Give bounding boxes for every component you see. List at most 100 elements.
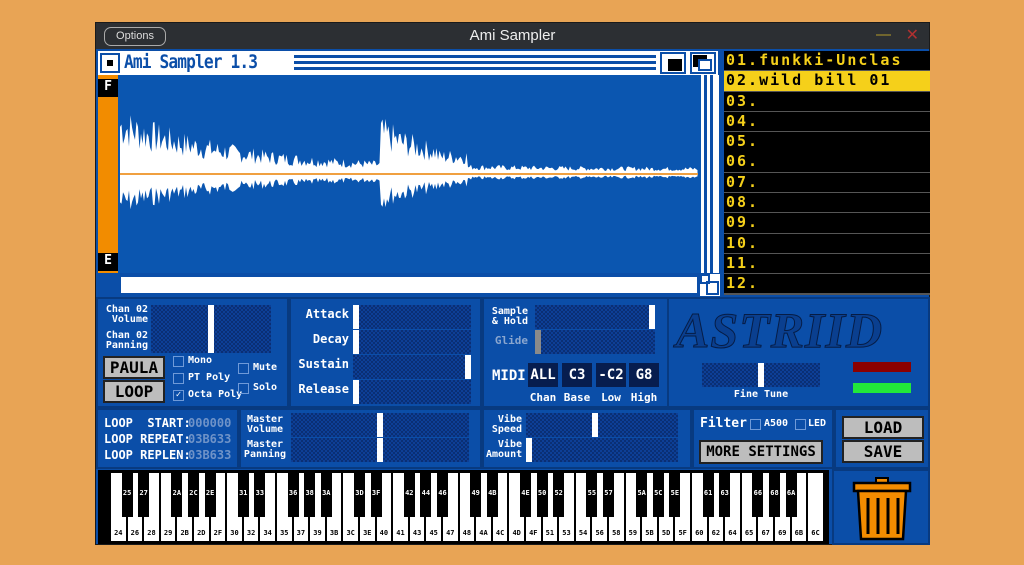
option-checkbox[interactable] [173,373,184,384]
black-key[interactable]: 3F [370,473,382,517]
option-checkbox[interactable]: ✓ [173,390,184,401]
black-key[interactable]: 2A [171,473,183,517]
paula-button[interactable]: PAULA [103,356,165,379]
slider-knob[interactable] [591,413,598,437]
a500-checkbox[interactable] [750,419,761,430]
slider-knob[interactable] [353,380,359,404]
option-checkbox[interactable] [238,383,249,394]
midi-low-field[interactable]: -C2 [596,363,626,387]
black-key[interactable]: 44 [420,473,432,517]
midi-base-field[interactable]: C3 [562,363,592,387]
decay-slider[interactable] [353,330,471,354]
load-button[interactable]: LOAD [842,416,924,439]
slider-knob[interactable] [353,305,359,329]
piano-keyboard[interactable]: 24 26 28 29 2B 2D 2F 30 32 34 35 37 39 3B 3C 3E 40 41 43 45… [98,470,829,544]
black-key[interactable]: 33 [254,473,266,517]
release-slider[interactable] [353,380,471,404]
vibe-speed-slider[interactable] [526,413,678,437]
master-panning-slider[interactable] [291,438,469,462]
black-key[interactable]: 3A [320,473,332,517]
close-button[interactable]: ✕ [906,25,919,45]
midi-high-field[interactable]: G8 [629,363,659,387]
sample-slot[interactable]: 06. [724,152,930,172]
depth-back-icon[interactable] [660,52,686,74]
system-menu-icon[interactable] [100,53,120,73]
sample-slot[interactable]: 08. [724,192,930,213]
horizontal-scrollbar[interactable] [118,274,700,296]
trash-icon[interactable] [850,474,914,542]
black-key[interactable]: 4B [486,473,498,517]
option-checkbox[interactable] [238,363,249,374]
black-key[interactable]: 38 [304,473,316,517]
midi-chan-field[interactable]: ALL [528,363,558,387]
resize-icon[interactable] [700,274,720,296]
attack-slider[interactable] [353,305,471,329]
chan-volume-slider[interactable] [151,305,271,329]
save-button[interactable]: SAVE [842,440,924,463]
sample-slot[interactable]: 12. [724,274,930,294]
black-key[interactable]: 52 [553,473,565,517]
slider-knob[interactable] [649,305,655,329]
slider-knob[interactable] [353,330,359,354]
black-key[interactable]: 66 [752,473,764,517]
sample-slot[interactable]: 11. [724,253,930,274]
black-key[interactable]: 2E [204,473,216,517]
sample-hold-slider[interactable] [535,305,655,329]
slider-knob[interactable] [535,330,541,354]
loop-replen-value[interactable]: 03B633 [188,448,231,462]
black-key[interactable]: 25 [121,473,133,517]
slider-knob[interactable] [465,355,471,379]
chan-panning-slider[interactable] [151,329,271,353]
black-key[interactable]: 5A [636,473,648,517]
sample-slot[interactable]: 04. [724,111,930,132]
slider-knob[interactable] [208,329,214,353]
glide-label: Glide [494,334,528,347]
black-key[interactable]: 6A [785,473,797,517]
sample-slot[interactable]: 01.funkki-Unclas [724,51,930,71]
black-key[interactable]: 36 [287,473,299,517]
black-key[interactable]: 63 [719,473,731,517]
vertical-scrollbar[interactable] [701,75,719,273]
black-key[interactable]: 50 [536,473,548,517]
fine-tune-slider[interactable] [702,363,820,387]
led-checkbox[interactable] [795,419,806,430]
black-key[interactable]: 42 [403,473,415,517]
white-key[interactable]: 6C [808,473,824,541]
sample-slot[interactable]: 07. [724,172,930,193]
more-settings-button[interactable]: MORE SETTINGS [699,440,823,464]
loop-repeat-value[interactable]: 03B633 [188,432,231,446]
sample-slot[interactable]: 02.wild bill 01 [724,71,930,91]
slider-knob[interactable] [526,438,532,462]
black-key[interactable]: 49 [470,473,482,517]
slider-knob[interactable] [758,363,764,387]
black-key[interactable]: 5E [669,473,681,517]
waveform-display[interactable] [98,75,701,273]
black-key[interactable]: 2C [188,473,199,517]
loop-button[interactable]: LOOP [103,380,165,403]
slider-knob[interactable] [208,305,214,329]
black-key[interactable]: 4E [520,473,531,517]
option-checkbox[interactable] [173,356,184,367]
minimize-button[interactable]: — [876,26,891,43]
sample-slot[interactable]: 03. [724,91,930,111]
depth-front-icon[interactable] [690,52,716,74]
slider-knob[interactable] [377,413,383,437]
master-volume-slider[interactable] [291,413,469,437]
black-key[interactable]: 61 [702,473,714,517]
sample-slot[interactable]: 10. [724,233,930,253]
sample-slot[interactable]: 05. [724,132,930,152]
sample-slot[interactable]: 09. [724,213,930,233]
glide-slider[interactable] [535,330,655,354]
black-key[interactable]: 46 [437,473,448,517]
black-key[interactable]: 55 [586,473,598,517]
black-key[interactable]: 68 [769,473,780,517]
black-key[interactable]: 27 [138,473,150,517]
vibe-amount-slider[interactable] [526,438,678,462]
black-key[interactable]: 3D [354,473,365,517]
black-key[interactable]: 31 [237,473,249,517]
black-key[interactable]: 57 [603,473,614,517]
sustain-slider[interactable] [353,355,471,379]
black-key[interactable]: 5C [652,473,664,517]
slider-knob[interactable] [377,438,383,462]
loop-start-value[interactable]: 000000 [188,416,231,430]
